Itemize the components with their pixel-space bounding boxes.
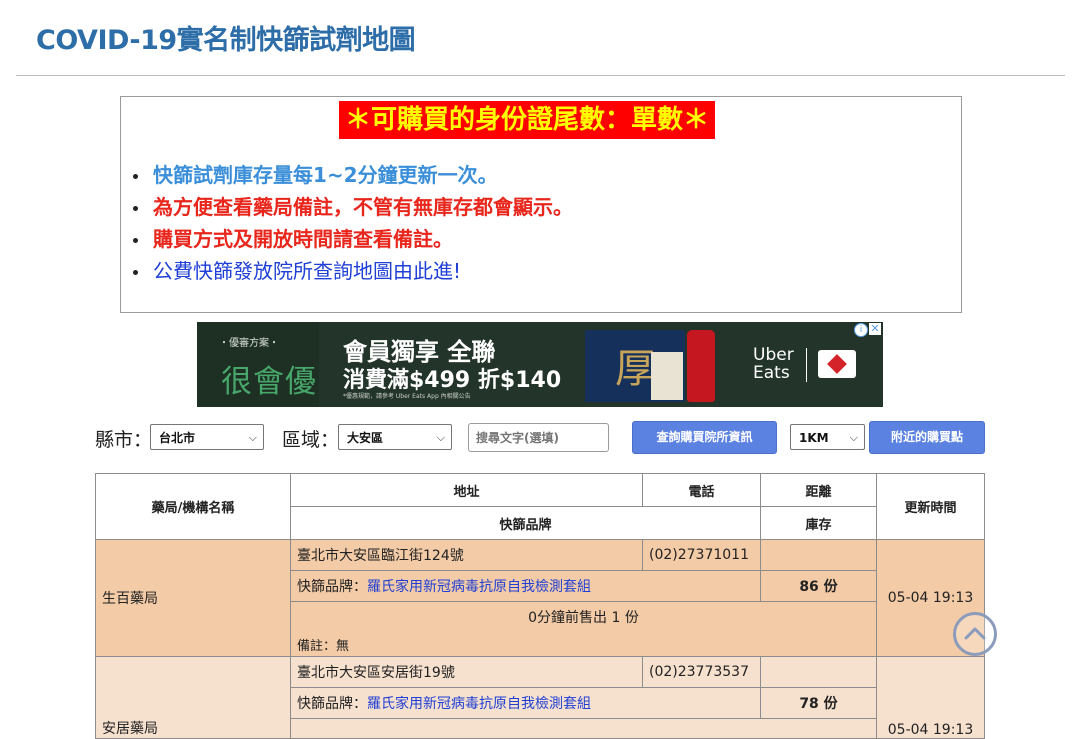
ad-product-glyph: 厚 <box>615 346 655 392</box>
query-button[interactable]: 查詢購買院所資訊 <box>632 421 777 454</box>
notice-box: ＊可購買的身份證尾數：單數＊ 快篩試劑庫存量每1~2分鐘更新一次。 為方便查看藥… <box>120 96 962 313</box>
scroll-to-top-button[interactable] <box>953 612 997 656</box>
ad-brand: 很會優 <box>221 364 317 400</box>
table-header-row: 藥局/機構名稱 地址 電話 距離 更新時間 <box>95 473 985 540</box>
ad-close-icon[interactable]: ✕ <box>869 323 881 335</box>
chevron-down-icon: ⌵ <box>849 431 858 444</box>
notice-item-update-frequency: 快篩試劑庫存量每1~2分鐘更新一次。 <box>131 159 573 191</box>
header-brand: 快篩品牌 <box>290 506 761 540</box>
pharmacy-name: 安居藥局 <box>95 656 291 739</box>
public-map-link[interactable]: 公費快篩發放院所查詢地圖由此進! <box>153 259 461 283</box>
ad-product-box-image <box>651 352 683 400</box>
pharmacy-note: 備註：無 <box>290 632 877 657</box>
page-title: COVID-19實名制快篩試劑地圖 <box>36 25 416 56</box>
brand-link[interactable]: 羅氏家用新冠病毒抗原自我檢測套組 <box>367 696 591 712</box>
brand-cell: 快篩品牌：羅氏家用新冠病毒抗原自我檢測套組 <box>290 570 761 602</box>
ad-partner-line2: Eats <box>753 363 790 383</box>
nearby-button[interactable]: 附近的購買點 <box>869 421 985 454</box>
pharmacy-name: 生百藥局 <box>95 539 291 657</box>
radius-select[interactable]: 1KM ⌵ <box>790 424 865 450</box>
brand-cell: 快篩品牌：羅氏家用新冠病毒抗原自我檢測套組 <box>290 687 761 719</box>
pharmacy-address: 臺北市大安區臨江街124號 <box>290 539 643 571</box>
ad-partner-logo: Uber Eats <box>753 346 794 382</box>
notice-item-public-map-link[interactable]: 公費快篩發放院所查詢地圖由此進! <box>131 255 573 287</box>
district-select-value: 大安區 <box>347 431 384 445</box>
header-phone: 電話 <box>642 473 761 507</box>
pharmacy-address: 臺北市大安區安居街19號 <box>290 656 643 688</box>
chevron-down-icon: ⌵ <box>248 431 257 444</box>
ad-snack-can-image <box>687 330 715 402</box>
pharmacy-phone: (02)23773537 <box>642 656 761 688</box>
ad-info-icon[interactable]: i <box>854 323 868 337</box>
search-input[interactable] <box>468 423 609 452</box>
chevron-up-icon <box>964 627 986 640</box>
ad-banner[interactable]: ・優審方案・ 很會優 會員獨享 全聯 消費滿$499 折$140 *優惠規範，請… <box>197 322 883 407</box>
chevron-down-icon: ⌵ <box>436 431 445 444</box>
district-select[interactable]: 大安區 ⌵ <box>338 424 452 450</box>
county-select[interactable]: 台北市 ⌵ <box>150 424 264 450</box>
ad-tagline: ・優審方案・ <box>219 338 279 349</box>
pharmacy-distance <box>760 656 877 688</box>
header-updated: 更新時間 <box>876 473 985 540</box>
table-row: 生百藥局 臺北市大安區臨江街124號 (02)27371011 05-04 19… <box>95 539 985 657</box>
notice-item-show-all: 為方便查看藥局備註，不管有無庫存都會顯示。 <box>131 191 573 223</box>
pharmacy-table: 藥局/機構名稱 地址 電話 距離 更新時間 快篩品牌 庫存 生百藥局 臺北市大安… <box>95 473 985 739</box>
ad-partner-line1: Uber <box>753 345 794 365</box>
stock-count: 78 份 <box>760 687 877 719</box>
updated-time: 05-04 19:13 <box>876 656 985 739</box>
eligible-id-headline: ＊可購買的身份證尾數：單數＊ <box>339 101 716 139</box>
county-select-value: 台北市 <box>159 431 196 445</box>
header-stock: 庫存 <box>760 506 877 540</box>
header-distance: 距離 <box>760 473 877 507</box>
recent-sale-info <box>290 718 877 739</box>
recent-sale-info: 0分鐘前售出 1 份 <box>290 601 877 633</box>
notice-list: 快篩試劑庫存量每1~2分鐘更新一次。 為方便查看藥局備註，不管有無庫存都會顯示。… <box>131 159 573 287</box>
pharmacy-phone: (02)27371011 <box>642 539 761 571</box>
ad-store-logo-icon <box>818 350 856 378</box>
ad-offer: 消費滿$499 折$140 <box>343 368 562 393</box>
ad-brand-panel: ・優審方案・ 很會優 <box>197 322 319 407</box>
county-label: 縣市： <box>95 429 153 451</box>
district-label: 區域： <box>282 429 340 451</box>
stock-count: 86 份 <box>760 570 877 602</box>
title-divider <box>16 75 1065 76</box>
brand-label: 快篩品牌： <box>297 696 367 712</box>
brand-link[interactable]: 羅氏家用新冠病毒抗原自我檢測套組 <box>367 579 591 595</box>
header-name: 藥局/機構名稱 <box>95 473 291 540</box>
ad-fine-print: *優惠規範，請參考 Uber Eats App 內相關公告 <box>343 393 471 400</box>
notice-item-check-notes: 購買方式及開放時間請查看備註。 <box>131 223 573 255</box>
radius-select-value: 1KM <box>799 431 829 445</box>
brand-label: 快篩品牌： <box>297 579 367 595</box>
header-address: 地址 <box>290 473 643 507</box>
ad-divider <box>806 348 807 382</box>
pharmacy-distance <box>760 539 877 571</box>
table-row: 安居藥局 臺北市大安區安居街19號 (02)23773537 05-04 19:… <box>95 656 985 739</box>
